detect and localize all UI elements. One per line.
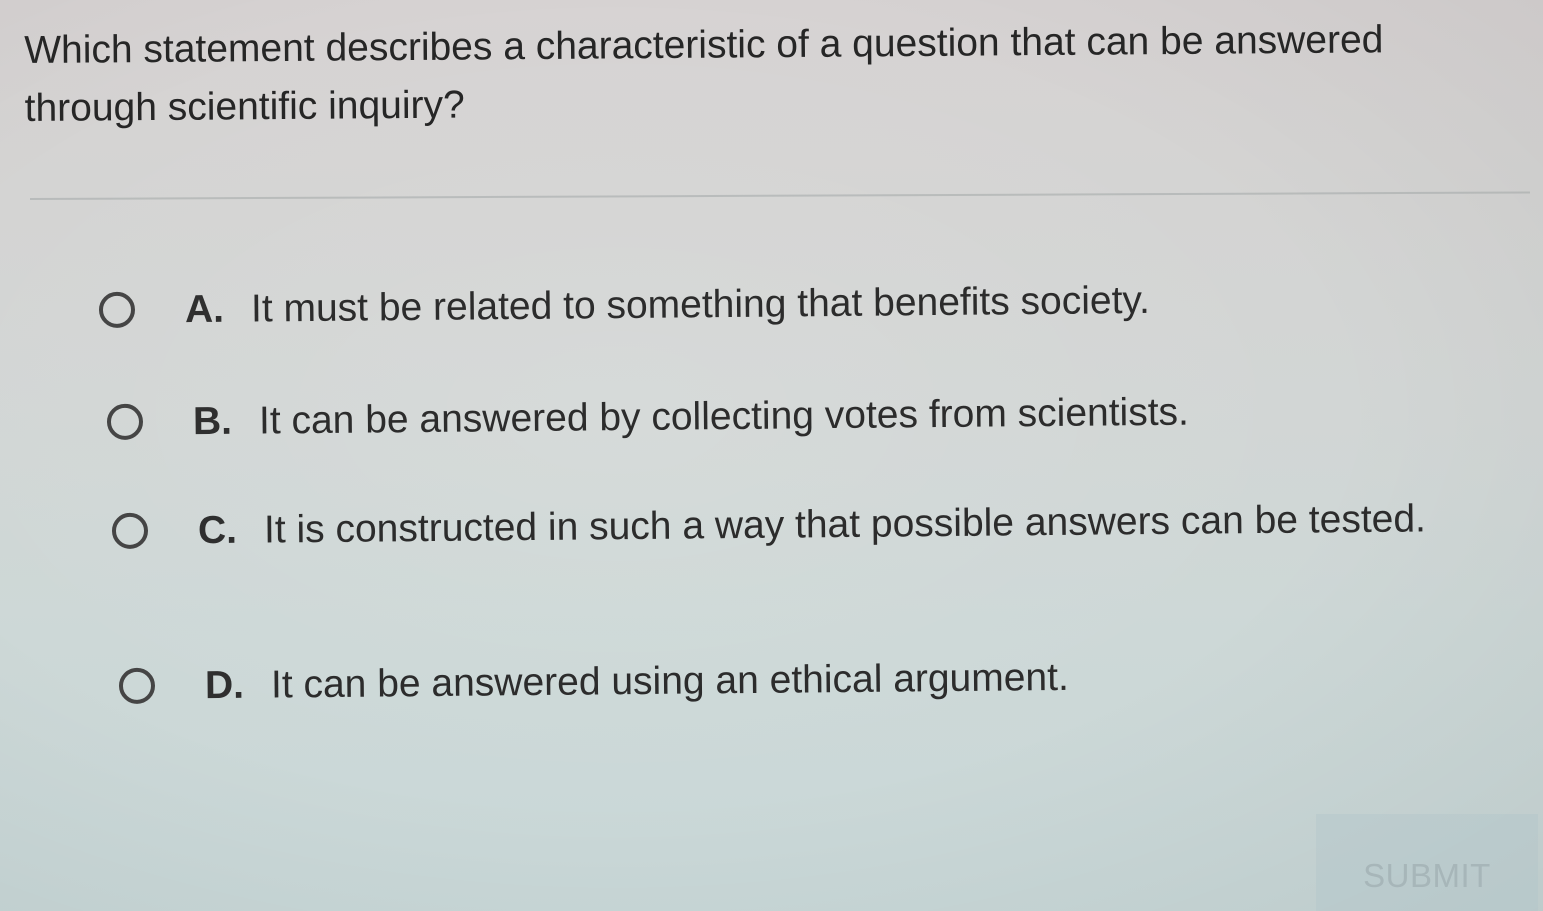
option-text: It can be answered using an ethical argu… (270, 655, 1069, 707)
radio-unchecked-icon[interactable] (98, 291, 136, 328)
submit-button[interactable]: SUBMIT (1316, 814, 1538, 911)
option-letter: B. (192, 399, 233, 444)
option-d[interactable]: D. It can be answered using an ethical a… (118, 651, 1069, 713)
option-letter: D. (204, 663, 245, 708)
option-text: It can be answered by collecting votes f… (258, 390, 1190, 443)
option-text: It is constructed in such a way that pos… (263, 497, 1427, 552)
option-letter: A. (184, 287, 225, 332)
option-letter: C. (197, 508, 238, 553)
option-b[interactable]: B. It can be answered by collecting vote… (106, 386, 1190, 449)
radio-unchecked-icon[interactable] (111, 512, 149, 549)
radio-unchecked-icon[interactable] (106, 403, 144, 440)
option-text: It must be related to something that ben… (250, 278, 1151, 331)
option-a[interactable]: A. It must be related to something that … (98, 274, 1151, 337)
option-c[interactable]: C. It is constructed in such a way that … (111, 492, 1464, 558)
radio-unchecked-icon[interactable] (118, 667, 156, 704)
answer-options: A. It must be related to something that … (0, 0, 1543, 911)
